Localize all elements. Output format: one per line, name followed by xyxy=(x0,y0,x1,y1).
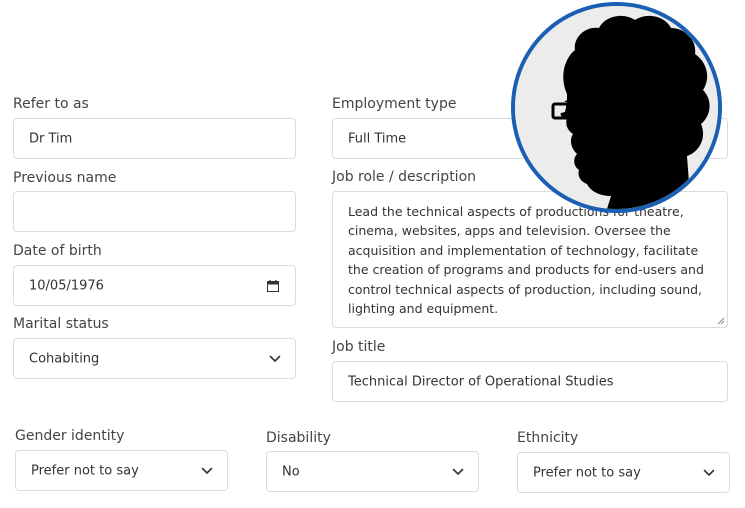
gender-identity-value: Prefer not to say xyxy=(31,463,139,478)
refer-to-as-label: Refer to as xyxy=(13,96,89,112)
ethnicity-label: Ethnicity xyxy=(517,430,579,446)
marital-status-select[interactable]: Cohabiting xyxy=(13,338,296,379)
disability-label: Disability xyxy=(266,430,331,446)
profile-avatar[interactable] xyxy=(511,2,722,213)
job-role-label: Job role / description xyxy=(332,169,477,185)
marital-status-value: Cohabiting xyxy=(29,351,100,366)
previous-name-label: Previous name xyxy=(13,170,117,186)
date-of-birth-input[interactable]: 10/05/1976 xyxy=(13,265,296,306)
chevron-down-icon xyxy=(452,468,464,475)
profile-silhouette-image xyxy=(515,6,718,209)
job-title-value: Technical Director of Operational Studie… xyxy=(348,374,614,389)
employment-type-label: Employment type xyxy=(332,96,457,112)
disability-select[interactable]: No xyxy=(266,451,479,492)
ethnicity-select[interactable]: Prefer not to say xyxy=(517,452,730,493)
chevron-down-icon xyxy=(201,467,213,474)
calendar-icon[interactable] xyxy=(267,279,279,292)
job-role-textarea[interactable]: Lead the technical aspects of production… xyxy=(332,191,728,328)
chevron-down-icon xyxy=(703,469,715,476)
job-role-value: Lead the technical aspects of production… xyxy=(348,204,704,317)
ethnicity-value: Prefer not to say xyxy=(533,465,641,480)
date-of-birth-value: 10/05/1976 xyxy=(29,278,104,293)
gender-identity-select[interactable]: Prefer not to say xyxy=(15,450,228,491)
employment-type-value: Full Time xyxy=(348,131,407,146)
disability-value: No xyxy=(282,464,300,479)
refer-to-as-value: Dr Tim xyxy=(29,131,73,146)
gender-identity-label: Gender identity xyxy=(15,428,125,444)
resize-handle-icon[interactable] xyxy=(716,316,725,325)
marital-status-label: Marital status xyxy=(13,316,109,332)
job-title-label: Job title xyxy=(332,339,386,355)
date-of-birth-label: Date of birth xyxy=(13,243,102,259)
refer-to-as-input[interactable]: Dr Tim xyxy=(13,118,296,159)
chevron-down-icon xyxy=(269,355,281,362)
job-title-input[interactable]: Technical Director of Operational Studie… xyxy=(332,361,728,402)
previous-name-input[interactable] xyxy=(13,191,296,232)
